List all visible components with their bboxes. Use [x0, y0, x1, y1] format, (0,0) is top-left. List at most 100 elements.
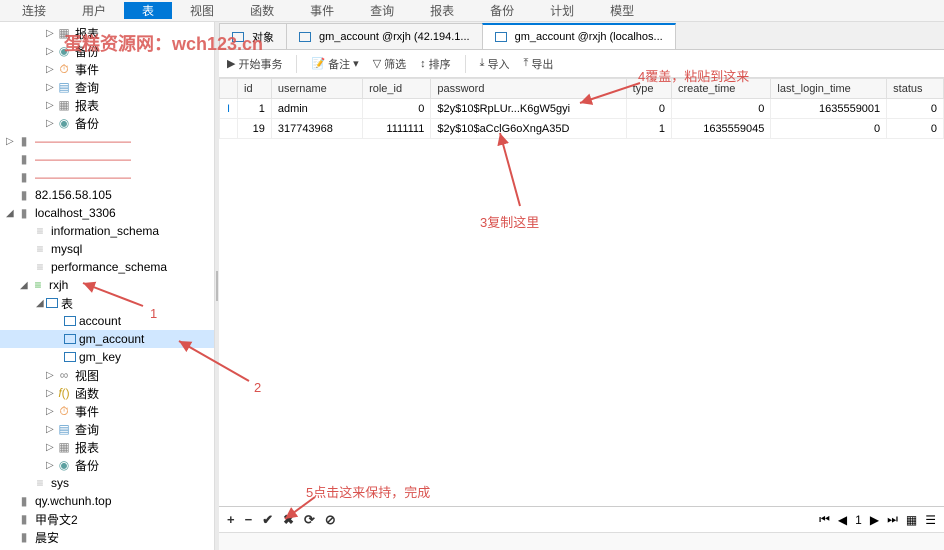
data-grid[interactable]: id username role_id password type create… — [219, 78, 944, 506]
tree-host-localhost[interactable]: ◢▮localhost_3306 — [0, 204, 214, 222]
menu-item[interactable]: 函数 — [232, 2, 292, 19]
host-icon: ▮ — [16, 494, 32, 508]
cell[interactable]: 0 — [363, 99, 431, 119]
table-row[interactable]: 19 317743968 1111111 $2y$10$aCclG6oXngA3… — [220, 119, 944, 139]
tree-host[interactable]: ▮甲骨文2 — [0, 510, 214, 528]
filter-button[interactable]: ▽筛选 — [373, 56, 406, 72]
col-header[interactable]: last_login_time — [771, 79, 887, 99]
col-header[interactable]: password — [431, 79, 626, 99]
menu-item[interactable]: 事件 — [292, 2, 352, 19]
tree-item[interactable]: ▷f()函数 — [0, 384, 214, 402]
tree-table-selected[interactable]: gm_account — [0, 330, 214, 348]
tree-item[interactable]: ▷∞视图 — [0, 366, 214, 384]
refresh-button[interactable]: ⟳ — [304, 512, 315, 528]
play-icon: ▶ — [227, 57, 235, 70]
cell[interactable]: 0 — [887, 119, 944, 139]
tree-host[interactable]: ▮82.156.58.105 — [0, 186, 214, 204]
cell[interactable]: 1635559045 — [671, 119, 770, 139]
report-icon: ▦ — [56, 98, 72, 112]
tree-host[interactable]: ▮———————— — [0, 168, 214, 186]
tree-host[interactable]: ▮qy.wchunh.top — [0, 492, 214, 510]
col-header[interactable]: id — [238, 79, 272, 99]
page-number: 1 — [855, 513, 862, 527]
tree-item[interactable]: ▷⏱事件 — [0, 402, 214, 420]
tree-tables-folder[interactable]: ◢表 — [0, 294, 214, 312]
import-button[interactable]: ⤓导入 — [480, 56, 510, 72]
cell[interactable]: 1 — [626, 119, 671, 139]
cell[interactable]: 1111111 — [363, 119, 431, 139]
cell[interactable]: 0 — [771, 119, 887, 139]
cell[interactable]: 19 — [238, 119, 272, 139]
cell[interactable]: 317743968 — [271, 119, 362, 139]
tree-table[interactable]: gm_key — [0, 348, 214, 366]
menu-item[interactable]: 模型 — [592, 2, 652, 19]
table-row[interactable]: I 1 admin 0 $2y$10$RpLUr...K6gW5gyi 0 0 … — [220, 99, 944, 119]
cell[interactable]: 0 — [887, 99, 944, 119]
main-panel: 对象 gm_account @rxjh (42.194.1... gm_acco… — [219, 22, 944, 550]
menu-item[interactable]: 查询 — [352, 2, 412, 19]
menu-item[interactable]: 用户 — [64, 2, 124, 19]
table-icon — [64, 352, 76, 362]
host-icon: ▮ — [16, 530, 32, 544]
menu-item[interactable]: 备份 — [472, 2, 532, 19]
menu-item[interactable]: 连接 — [4, 2, 64, 19]
nav-first-button[interactable]: ⏮ — [819, 512, 830, 527]
tree-table[interactable]: account — [0, 312, 214, 330]
col-header[interactable]: type — [626, 79, 671, 99]
cell[interactable]: $2y$10$RpLUr...K6gW5gyi — [431, 99, 626, 119]
cell[interactable]: 0 — [626, 99, 671, 119]
host-icon: ▮ — [16, 206, 32, 220]
tree-host[interactable]: ▷▮———————— — [0, 132, 214, 150]
sidebar: ▷▦报表 ▷◉备份 ▷⏱事件 ▷▤查询 ▷▦报表 ▷◉备份 ▷▮————————… — [0, 22, 215, 550]
tab[interactable]: gm_account @rxjh (42.194.1... — [286, 23, 483, 49]
grid-icon[interactable]: ▦ — [906, 513, 917, 527]
tree-db[interactable]: ≡mysql — [0, 240, 214, 258]
menu-item[interactable]: 视图 — [172, 2, 232, 19]
tree-item[interactable]: ▷◉备份 — [0, 456, 214, 474]
nav-next-button[interactable]: ▶ — [870, 513, 879, 527]
tree-host[interactable]: ▮晨安 — [0, 528, 214, 546]
memo-button[interactable]: 📝备注 ▾ — [311, 56, 358, 72]
tree-item[interactable]: ▷▤查询 — [0, 420, 214, 438]
col-header[interactable]: create_time — [671, 79, 770, 99]
report-icon: ▦ — [56, 440, 72, 454]
tree-host[interactable]: ▮———————— — [0, 150, 214, 168]
cell[interactable]: 1635559001 — [771, 99, 887, 119]
tree-item[interactable]: ▷⏱事件 — [0, 60, 214, 78]
commit-button[interactable]: ✔ — [262, 512, 273, 528]
tree-item[interactable]: ▷▦报表 — [0, 438, 214, 456]
cancel-button[interactable]: ✖ — [283, 512, 294, 528]
col-header[interactable]: username — [271, 79, 362, 99]
export-button[interactable]: ⤒导出 — [524, 56, 554, 72]
nav-last-button[interactable]: ⏭ — [887, 512, 898, 527]
nav-prev-button[interactable]: ◀ — [838, 513, 847, 527]
sort-icon: ↕ — [420, 58, 426, 70]
tree-db-rxjh[interactable]: ◢≡rxjh — [0, 276, 214, 294]
delete-row-button[interactable]: − — [245, 512, 253, 528]
menu-item[interactable]: 报表 — [412, 2, 472, 19]
stop-button[interactable]: ⊘ — [325, 512, 336, 528]
tree-item[interactable]: ▷▤查询 — [0, 78, 214, 96]
cell[interactable]: admin — [271, 99, 362, 119]
tree-db[interactable]: ≡performance_schema — [0, 258, 214, 276]
tree-item[interactable]: ▷◉备份 — [0, 114, 214, 132]
col-header[interactable]: status — [887, 79, 944, 99]
tab-active[interactable]: gm_account @rxjh (localhos... — [482, 23, 676, 49]
query-icon: ▤ — [56, 422, 72, 436]
sort-button[interactable]: ↕排序 — [420, 56, 451, 72]
tree-db[interactable]: ≡sys — [0, 474, 214, 492]
col-header[interactable]: role_id — [363, 79, 431, 99]
menu-item-active[interactable]: 表 — [124, 2, 172, 19]
begin-txn-button[interactable]: ▶开始事务 — [227, 56, 282, 72]
add-row-button[interactable]: + — [227, 512, 235, 528]
cell[interactable]: $2y$10$aCclG6oXngA35D — [431, 119, 626, 139]
tree-db[interactable]: ≡information_schema — [0, 222, 214, 240]
cell[interactable]: 0 — [671, 99, 770, 119]
form-icon[interactable]: ☰ — [925, 513, 936, 527]
tree-item[interactable]: ▷▦报表 — [0, 96, 214, 114]
host-icon: ▮ — [16, 188, 32, 202]
import-icon: ⤓ — [480, 57, 485, 70]
tables-icon — [46, 298, 58, 308]
cell[interactable]: 1 — [238, 99, 272, 119]
menu-item[interactable]: 计划 — [532, 2, 592, 19]
